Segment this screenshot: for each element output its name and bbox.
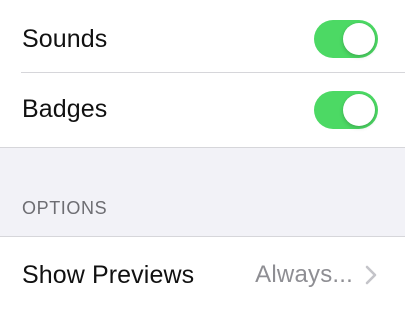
show-previews-row[interactable]: Show Previews Always...: [0, 237, 405, 313]
show-previews-label: Show Previews: [22, 260, 195, 289]
options-group: Show Previews Always...: [0, 236, 405, 321]
sounds-label: Sounds: [22, 24, 108, 53]
chevron-right-icon: [365, 265, 377, 285]
toggle-knob: [343, 23, 375, 55]
sounds-row[interactable]: Sounds: [0, 6, 405, 72]
options-section-header: OPTIONS: [22, 198, 108, 218]
sounds-toggle[interactable]: [314, 20, 378, 58]
badges-row[interactable]: Badges: [0, 73, 405, 146]
show-previews-value: Always...: [255, 261, 353, 288]
toggle-knob: [343, 93, 375, 126]
badges-toggle[interactable]: [314, 90, 378, 129]
notification-settings-group: Sounds Badges: [0, 0, 405, 148]
badges-label: Badges: [22, 95, 108, 123]
